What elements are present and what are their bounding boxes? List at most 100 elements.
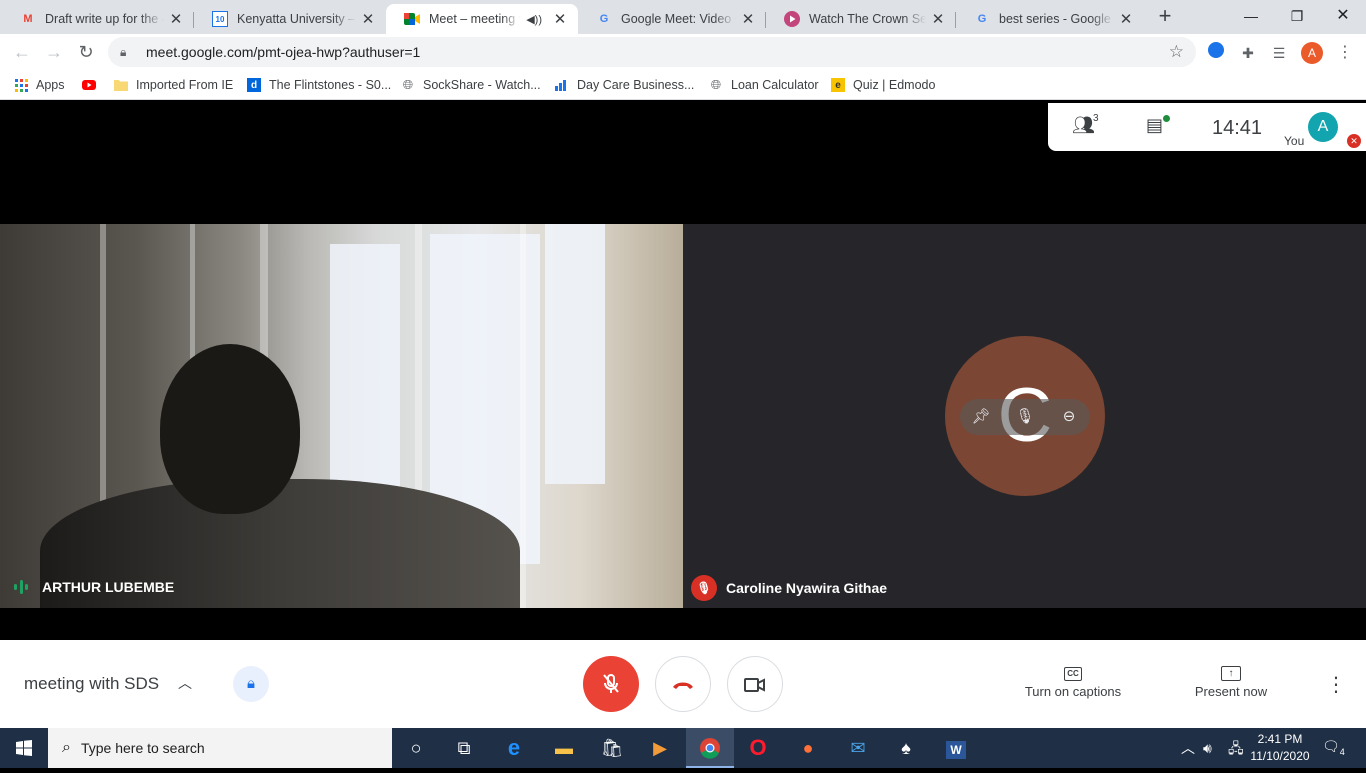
globe-icon: 🌐︎ xyxy=(710,77,722,92)
notifications-icon[interactable]: 🗨︎4 xyxy=(1322,738,1345,757)
bookmark-youtube[interactable] xyxy=(82,76,104,94)
task-view-icon[interactable]: ⧉ xyxy=(440,728,488,768)
reload-button[interactable]: ↻ xyxy=(74,40,98,64)
mute-participant-icon[interactable]: 🎙︎ xyxy=(1015,407,1035,427)
back-button[interactable]: ← xyxy=(10,40,34,64)
participant-tile-arthur[interactable]: ARTHUR LUBEMBE xyxy=(0,224,683,608)
restore-button[interactable]: ❐ xyxy=(1274,4,1320,28)
file-explorer-icon[interactable]: ▬ xyxy=(540,728,588,768)
tab-meet[interactable]: Meet – meeting with ◀)) ✕ xyxy=(386,4,578,34)
minimize-button[interactable]: — xyxy=(1228,4,1274,28)
tab-strip: M Draft write up for the 4th ✕ 10 Kenyat… xyxy=(0,0,1366,34)
meeting-title[interactable]: meeting with SDS xyxy=(24,674,159,694)
meet-icon xyxy=(404,11,420,27)
present-now-button[interactable]: ↑ Present now xyxy=(1186,662,1276,699)
windows-start-icon[interactable] xyxy=(0,728,48,768)
participants-icon[interactable]: 👥︎ xyxy=(1072,115,1095,136)
tab-crown[interactable]: Watch The Crown Seaso ✕ xyxy=(766,4,956,34)
participant-name-arthur: ARTHUR LUBEMBE xyxy=(14,579,174,595)
meeting-controls-bar: meeting with SDS ︿ 🔒︎ CC Turn on caption… xyxy=(0,640,1366,728)
close-tab-icon[interactable]: ✕ xyxy=(740,10,756,28)
extensions-puzzle-icon[interactable]: ✚ xyxy=(1237,42,1259,64)
globe-icon: 🌐︎ xyxy=(402,77,414,92)
bookmark-apps[interactable]: Apps xyxy=(14,76,65,94)
close-tab-icon[interactable]: ✕ xyxy=(552,10,568,28)
meeting-info-panel: 👥︎ 3 ▤ 14:41 A You ✕ xyxy=(1048,103,1366,151)
address-bar[interactable]: 🔒︎ meet.google.com/pmt-ojea-hwp?authuser… xyxy=(108,37,1196,67)
url-text[interactable]: meet.google.com/pmt-ojea-hwp?authuser=1 xyxy=(146,44,420,60)
pin-icon[interactable]: 📌︎ xyxy=(971,407,991,427)
extension-icon[interactable] xyxy=(1205,42,1227,64)
audio-playing-icon[interactable]: ◀)) xyxy=(526,13,542,26)
forward-button[interactable]: → xyxy=(42,40,66,64)
media-control-icon[interactable]: ☰ xyxy=(1268,42,1290,64)
remove-participant-icon[interactable]: ⊖ xyxy=(1059,407,1079,427)
lock-icon[interactable]: 🔒︎ xyxy=(120,45,134,59)
chat-icon[interactable]: ▤ xyxy=(1146,115,1163,136)
network-icon[interactable]: 🖧︎ xyxy=(1228,728,1244,768)
store-icon[interactable]: 🛍︎ xyxy=(588,728,636,768)
opera-icon[interactable]: O xyxy=(734,728,782,768)
close-tab-icon[interactable]: ✕ xyxy=(360,10,376,28)
participant-tile-caroline[interactable]: C 📌︎ 🎙︎ ⊖ 🎙︎ Caroline Nyawira Githae xyxy=(683,224,1366,608)
close-tab-icon[interactable]: ✕ xyxy=(930,10,946,28)
meet-stage: 👥︎ 3 ▤ 14:41 A You ✕ ARTHUR LUBEMBE C 📌︎… xyxy=(0,101,1366,640)
toggle-camera-button[interactable] xyxy=(727,656,783,712)
self-avatar[interactable]: A xyxy=(1308,112,1338,142)
tab-calendar[interactable]: 10 Kenyatta University – Ca ✕ xyxy=(194,4,386,34)
host-controls-lock-icon[interactable]: 🔒︎ xyxy=(233,666,269,702)
volume-icon[interactable]: 🔊︎ xyxy=(1203,728,1212,768)
toggle-microphone-button[interactable] xyxy=(583,656,639,712)
participant-name-caroline: 🎙︎ Caroline Nyawira Githae xyxy=(691,575,887,601)
bookmark-imported[interactable]: Imported From IE xyxy=(114,76,233,94)
present-screen-icon: ↑ xyxy=(1186,662,1276,684)
participants-count: 3 xyxy=(1093,113,1099,124)
bookmark-star-icon[interactable]: ☆ xyxy=(1169,42,1184,62)
leave-call-button[interactable] xyxy=(655,656,711,712)
browser-menu-icon[interactable]: ⋮ xyxy=(1334,42,1356,64)
tab-gmail[interactable]: M Draft write up for the 4th ✕ xyxy=(2,4,194,34)
close-window-button[interactable]: ✕ xyxy=(1320,4,1366,28)
solitaire-icon[interactable]: ♠ xyxy=(882,728,930,768)
google-icon: G xyxy=(599,13,609,25)
chart-icon xyxy=(555,78,569,92)
bookmark-loan-calculator[interactable]: 🌐︎ Loan Calculator xyxy=(709,76,819,94)
close-tab-icon[interactable]: ✕ xyxy=(1118,10,1134,28)
close-tab-icon[interactable]: ✕ xyxy=(168,10,184,28)
captions-icon: CC xyxy=(1015,662,1131,684)
gmail-icon: M xyxy=(23,13,33,25)
chat-unread-dot xyxy=(1163,115,1170,122)
new-tab-button[interactable]: + xyxy=(1154,5,1176,28)
firefox-icon[interactable]: ● xyxy=(784,728,832,768)
bookmark-sockshare[interactable]: 🌐︎ SockShare - Watch... xyxy=(401,76,541,94)
media-player-icon[interactable]: ▶ xyxy=(636,728,684,768)
tab-best-series[interactable]: G best series - Google Sea ✕ xyxy=(956,4,1144,34)
turn-on-captions-button[interactable]: CC Turn on captions xyxy=(1015,662,1131,699)
system-clock[interactable]: 2:41 PM 11/10/2020 xyxy=(1248,731,1312,765)
meeting-clock: 14:41 xyxy=(1212,117,1263,139)
show-hidden-icons-icon[interactable]: ︿ xyxy=(1181,728,1195,768)
bookmark-daycare[interactable]: Day Care Business... xyxy=(555,76,694,94)
folder-icon xyxy=(114,78,128,92)
edge-icon[interactable]: e xyxy=(490,728,538,768)
edmodo-icon: e xyxy=(831,78,845,92)
tab-google-meet[interactable]: G Google Meet: Video Co ✕ xyxy=(578,4,766,34)
bookmarks-bar: Apps Imported From IE d The Flintstones … xyxy=(0,70,1366,100)
taskbar-search[interactable]: ⌕ Type here to search xyxy=(48,728,392,768)
chrome-icon[interactable] xyxy=(686,728,734,768)
self-label: You xyxy=(1284,134,1305,148)
play-icon xyxy=(784,11,800,27)
cortana-icon[interactable]: ○ xyxy=(392,728,440,768)
more-options-icon[interactable]: ⋮ xyxy=(1326,672,1346,697)
search-icon: ⌕ xyxy=(62,739,71,756)
chevron-up-icon[interactable]: ︿ xyxy=(178,673,192,693)
word-icon[interactable]: W xyxy=(932,728,980,768)
profile-avatar[interactable]: A xyxy=(1301,42,1323,64)
speaking-indicator-icon xyxy=(14,580,28,594)
windows-taskbar: ⌕ Type here to search ○ ⧉ e ▬ 🛍︎ ▶ O ● ✉… xyxy=(0,728,1366,768)
tile-hover-controls: 📌︎ 🎙︎ ⊖ xyxy=(960,399,1090,435)
calendar-icon: 10 xyxy=(212,11,228,27)
bookmark-edmodo[interactable]: e Quiz | Edmodo xyxy=(831,76,935,94)
mail-icon[interactable]: ✉ xyxy=(834,728,882,768)
bookmark-flintstones[interactable]: d The Flintstones - S0... xyxy=(247,76,391,94)
